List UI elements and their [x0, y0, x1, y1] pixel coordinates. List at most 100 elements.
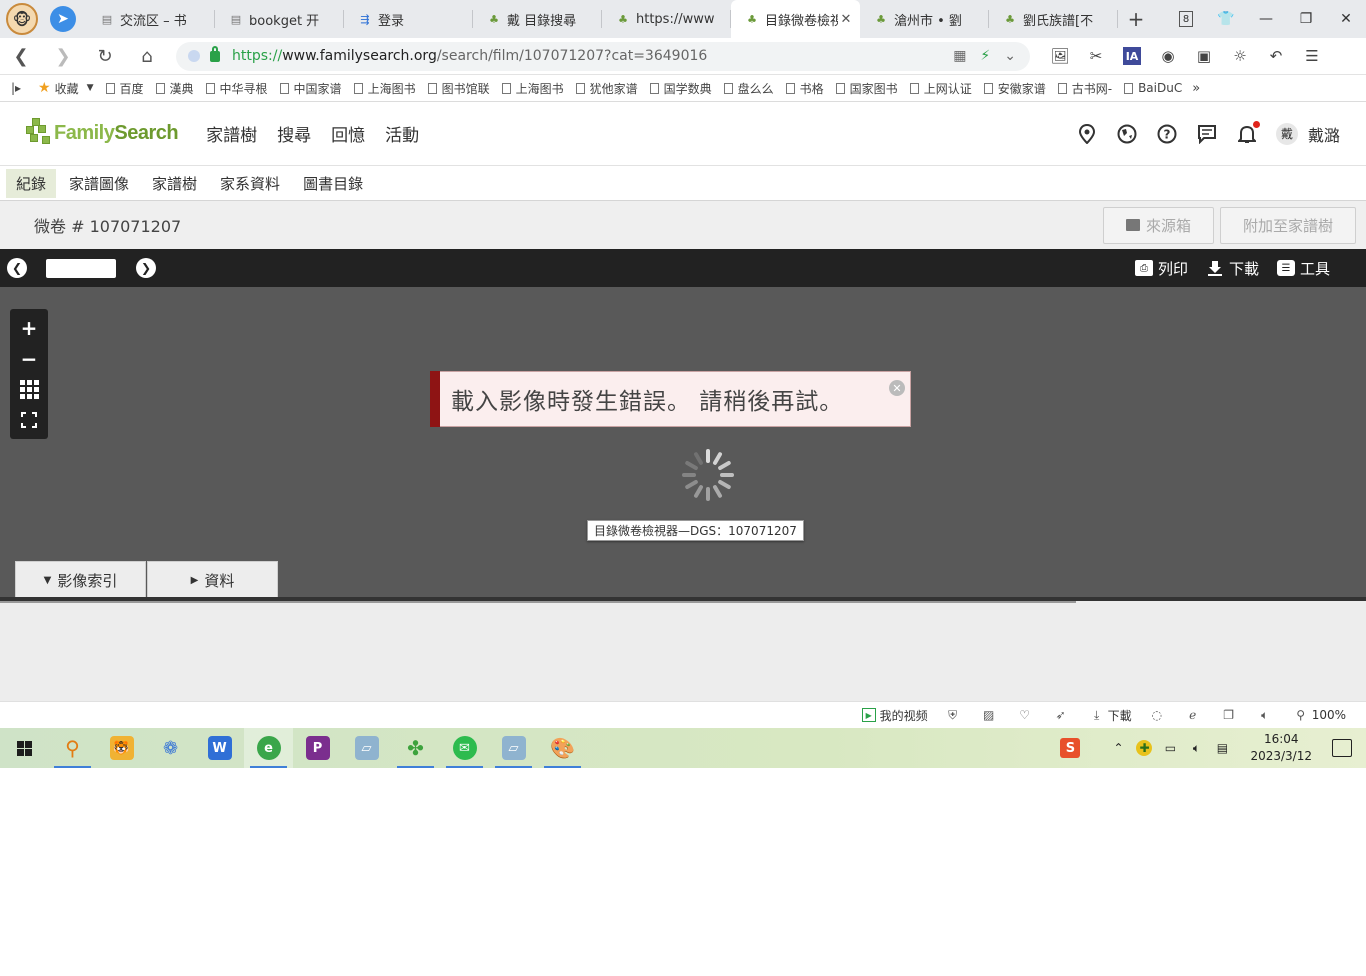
globe-icon[interactable] — [1116, 123, 1138, 145]
zoom-level-button[interactable]: ⚲ 100% — [1294, 708, 1346, 722]
previous-image-button[interactable]: ❮ — [7, 258, 27, 278]
bookmark-item[interactable]: 百度 — [100, 75, 150, 102]
rocket-icon[interactable]: ➶ — [1054, 708, 1068, 722]
avatar[interactable]: 戴 — [1275, 122, 1298, 145]
url-input[interactable]: https://www.familysearch.org/search/film… — [176, 41, 1030, 71]
tab-info[interactable]: ▶ 資料 — [147, 561, 278, 598]
taskbar-app-tiger[interactable]: 🐯 — [97, 728, 146, 768]
nav-activities[interactable]: 活動 — [375, 121, 429, 146]
menu-icon[interactable]: ☰ — [1294, 38, 1330, 75]
tray-app-icon[interactable]: ✚ — [1136, 740, 1153, 756]
ime-sogou-icon[interactable]: S — [1060, 738, 1081, 758]
ia-extension-icon[interactable]: IA — [1114, 38, 1150, 75]
familysearch-logo[interactable]: FamilySearch — [24, 114, 179, 154]
taskbar-search-app[interactable]: ⚲ — [48, 728, 97, 768]
tab-5[interactable]: ♣ https://www — [602, 0, 731, 38]
chevron-up-icon[interactable]: ⌃ — [1110, 740, 1126, 756]
home-button[interactable]: ⌂ — [126, 38, 168, 75]
taskbar-app-circles[interactable]: ❁ — [146, 728, 195, 768]
tools-button[interactable]: ☰ 工具 — [1276, 258, 1330, 279]
location-pin-icon[interactable] — [1076, 123, 1098, 145]
restore-button[interactable]: ❐ — [1286, 0, 1326, 38]
tab-8[interactable]: ♣ 劉氏族譜[不 — [989, 0, 1118, 38]
incognito-icon[interactable]: ◌ — [1150, 708, 1164, 722]
bookmark-item[interactable]: 图书馆联 — [422, 75, 496, 102]
lightning-icon[interactable]: ⚡ — [980, 48, 990, 64]
taskbar-app-paint[interactable]: 🎨 — [538, 728, 587, 768]
bookmark-item[interactable]: 中华寻根 — [200, 75, 274, 102]
print-button[interactable]: ⎙ 列印 — [1134, 258, 1188, 279]
shirt-skin-icon[interactable]: 👕 — [1206, 0, 1246, 38]
bookmark-item[interactable]: 中国家谱 — [274, 75, 348, 102]
subnav-records[interactable]: 紀錄 — [6, 168, 57, 198]
subnav-catalog[interactable]: 圖書目錄 — [293, 169, 373, 198]
user-name[interactable]: 戴潞 — [1308, 122, 1340, 146]
source-box-button[interactable]: 來源箱 — [1102, 206, 1214, 244]
taskbar-app-clover[interactable]: ✤ — [391, 728, 440, 768]
fullscreen-icon[interactable] — [17, 408, 41, 432]
tab-7[interactable]: ♣ 滄州市 • 劉 — [860, 0, 989, 38]
site-info-icon[interactable] — [188, 50, 200, 62]
taskbar-app-browser[interactable]: e — [244, 728, 293, 768]
qr-code-icon[interactable]: ▦ — [953, 48, 966, 64]
bookmark-item[interactable]: 上海图书 — [496, 75, 570, 102]
bookmark-favorites[interactable]: ★ 收藏 ▼ — [32, 75, 100, 102]
close-tab-icon[interactable]: ✕ — [838, 11, 854, 27]
bookmark-item[interactable]: 上海图书 — [348, 75, 422, 102]
navigation-icon[interactable]: ➤ — [50, 6, 76, 32]
download-button[interactable]: 下載 — [1206, 258, 1259, 279]
nav-family-tree[interactable]: 家譜樹 — [196, 121, 267, 146]
my-videos-button[interactable]: ▶ 我的视频 — [861, 707, 928, 724]
chevron-down-icon[interactable]: ⌄ — [1004, 48, 1016, 64]
clock[interactable]: 16:04 2023/3/12 — [1250, 731, 1312, 765]
nav-memories[interactable]: 回憶 — [321, 121, 375, 146]
grid-view-icon[interactable] — [17, 377, 41, 401]
shield-icon[interactable]: ⛨ — [946, 708, 960, 722]
bookmark-item[interactable]: 漢典 — [150, 75, 200, 102]
bookmark-item[interactable]: BaiDuC — [1118, 75, 1188, 102]
help-icon[interactable]: ? — [1156, 123, 1178, 145]
taskbar-app-wechat[interactable]: ✉ — [440, 728, 489, 768]
taskbar-app-word[interactable]: W — [195, 728, 244, 768]
bookmark-item[interactable]: 上网认证 — [904, 75, 978, 102]
notifications-bell-icon[interactable] — [1236, 120, 1260, 145]
subnav-genealogy-images[interactable]: 家譜圖像 — [59, 169, 139, 198]
nav-search[interactable]: 搜尋 — [267, 121, 321, 146]
brightness-icon[interactable]: ☼ — [1222, 38, 1258, 75]
bookmark-item[interactable]: 古书网- — [1052, 75, 1118, 102]
downloads-button[interactable]: ⤓ 下載 — [1090, 707, 1132, 724]
taskbar-app-reader2[interactable]: ▱ — [489, 728, 538, 768]
bookmark-item[interactable]: 盘么么 — [718, 75, 780, 102]
close-alert-icon[interactable]: ✕ — [889, 380, 905, 396]
tab-2[interactable]: ▤ bookget 开 — [215, 0, 344, 38]
bookmark-item[interactable]: 安徽家谱 — [978, 75, 1052, 102]
more-bookmarks-button[interactable]: » — [1192, 81, 1200, 96]
back-button[interactable]: ❮ — [0, 38, 42, 75]
scissors-icon[interactable]: ✂ — [1078, 38, 1114, 75]
messages-icon[interactable] — [1196, 123, 1218, 145]
tab-image-index[interactable]: ▼ 影像索引 — [15, 561, 146, 598]
zoom-in-icon[interactable]: + — [17, 316, 41, 340]
bookmark-item[interactable]: 国学数典 — [644, 75, 718, 102]
image-viewer[interactable]: + − 載入影像時發生錯誤。 請稍後再試。 ✕ 目錄微卷檢視器—DGS：1070… — [0, 287, 1366, 598]
image-icon[interactable]: ▨ — [982, 708, 996, 722]
reload-button[interactable]: ↻ — [84, 38, 126, 75]
subnav-genealogies[interactable]: 家系資料 — [210, 169, 290, 198]
picture-extension-icon[interactable]: 🖼 — [1042, 38, 1078, 75]
undo-icon[interactable]: ↶ — [1258, 38, 1294, 75]
next-image-button[interactable]: ❯ — [136, 258, 156, 278]
tab-6-active[interactable]: ♣ 目錄微卷檢視 ✕ — [731, 0, 860, 38]
bookmark-item[interactable]: 犹他家谱 — [570, 75, 644, 102]
apps-grid-icon[interactable]: ▣ — [1186, 38, 1222, 75]
forward-button[interactable]: ❯ — [42, 38, 84, 75]
battery-icon[interactable]: ▭ — [1162, 740, 1178, 756]
network-icon[interactable]: ▤ — [1214, 740, 1230, 756]
ie-icon[interactable]: ℯ — [1186, 708, 1200, 722]
tab-1[interactable]: ▤ 交流区 – 书 — [86, 0, 215, 38]
subnav-family-tree[interactable]: 家譜樹 — [142, 169, 207, 198]
volume-icon[interactable]: 🔈︎ — [1188, 740, 1204, 756]
browser-logo-icon[interactable]: 🐵 — [6, 3, 38, 35]
tab-4[interactable]: ♣ 戴 目錄搜尋 — [473, 0, 602, 38]
close-window-button[interactable]: ✕ — [1326, 0, 1366, 38]
image-number-input[interactable] — [46, 258, 116, 278]
